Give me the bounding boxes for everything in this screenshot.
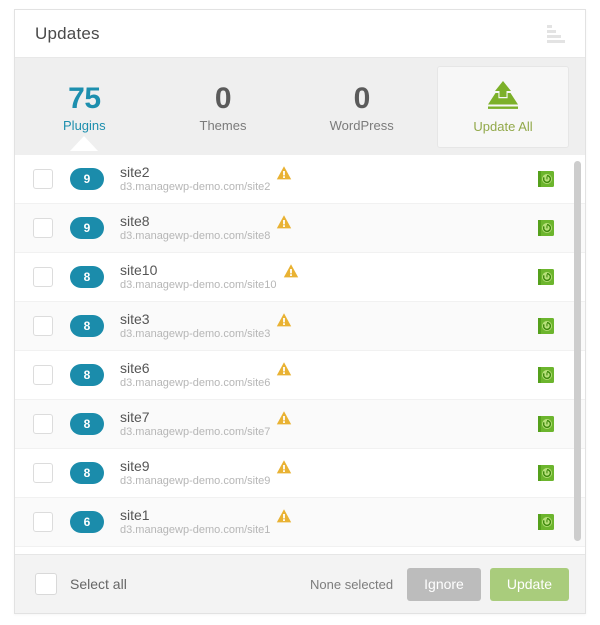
active-tab-pointer [70,135,99,151]
backup-history-icon[interactable] [537,464,555,482]
wordpress-label: WordPress [329,117,394,133]
row-checkbox[interactable] [33,463,53,483]
update-count-badge[interactable]: 9 [70,217,104,239]
status-badge: None selected [310,576,394,592]
update-count-badge[interactable]: 8 [70,266,104,288]
update-all-button[interactable]: Update All [437,65,570,148]
update-count-badge[interactable]: 6 [70,511,104,533]
row-checkbox[interactable] [33,365,53,385]
updates-list: 9 site2 d3.managewp-demo.com/site2 9 site8 d3… [15,155,585,554]
site-name: site9 [120,458,150,474]
site-name: site10 [120,262,158,278]
site-url: d3.managewp-demo.com/site2 [120,181,271,193]
warning-triangle-icon[interactable] [276,508,292,524]
site-info[interactable]: site7 d3.managewp-demo.com/site7 [120,410,270,438]
bar-list-icon-bar-1 [547,24,552,28]
list-scrollbar[interactable] [574,161,581,541]
warning-triangle-icon[interactable] [276,165,292,181]
tab-themes[interactable]: 0 Themes [154,78,293,136]
update-all-label: Update All [473,118,533,134]
site-url: d3.managewp-demo.com/site6 [120,377,271,389]
row-checkbox[interactable] [33,512,53,532]
table-row[interactable]: 8 site9 d3.managewp-demo.com/site9 [15,449,585,498]
update-count-badge[interactable]: 8 [70,315,104,337]
themes-count: 0 [214,81,232,115]
row-checkbox[interactable] [33,267,53,287]
backup-history-icon[interactable] [537,513,555,531]
site-name: site3 [120,311,150,327]
backup-history-icon[interactable] [537,268,555,286]
site-name: site7 [120,409,150,425]
table-row[interactable]: 8 site3 d3.managewp-demo.com/site3 [15,302,585,351]
table-row[interactable]: 6 site1 d3.managewp-demo.com/site1 [15,498,585,547]
site-info[interactable]: site2 d3.managewp-demo.com/site2 [120,165,270,193]
bar-list-icon-bar-2 [547,29,556,33]
table-row[interactable]: 8 site10 d3.managewp-demo.com/site10 [15,253,585,302]
update-count-badge[interactable]: 8 [70,364,104,386]
backup-history-icon[interactable] [537,415,555,433]
warning-triangle-icon[interactable] [276,312,292,328]
row-checkbox[interactable] [33,218,53,238]
themes-label: Themes [199,117,247,133]
summary-tabs: 75 Plugins 0 Themes 0 WordPress Update A… [15,58,585,155]
warning-triangle-icon[interactable] [276,361,292,377]
select-all-checkbox[interactable] [35,573,57,595]
wordpress-count: 0 [353,81,371,115]
upload-icon [488,80,519,109]
site-name: site1 [120,507,150,523]
update-count-badge[interactable]: 8 [70,462,104,484]
table-row[interactable]: 8 site6 d3.managewp-demo.com/site6 [15,351,585,400]
tab-wordpress[interactable]: 0 WordPress [292,78,431,136]
table-row[interactable]: 9 site8 d3.managewp-demo.com/site8 [15,204,585,253]
site-name: site6 [120,360,150,376]
site-url: d3.managewp-demo.com/site8 [120,230,271,242]
site-info[interactable]: site10 d3.managewp-demo.com/site10 [120,263,277,291]
site-info[interactable]: site1 d3.managewp-demo.com/site1 [120,508,270,536]
ignore-button[interactable]: Ignore [407,567,481,601]
site-name: site8 [120,213,150,229]
table-row[interactable]: 8 site7 d3.managewp-demo.com/site7 [15,400,585,449]
site-info[interactable]: site3 d3.managewp-demo.com/site3 [120,312,270,340]
row-checkbox[interactable] [33,316,53,336]
select-all-label[interactable]: Select all [70,576,127,592]
site-url: d3.managewp-demo.com/site9 [120,475,271,487]
warning-triangle-icon[interactable] [276,214,292,230]
table-row[interactable]: 9 site2 d3.managewp-demo.com/site2 [15,155,585,204]
site-url: d3.managewp-demo.com/site3 [120,328,271,340]
warning-triangle-icon[interactable] [276,410,292,426]
row-checkbox[interactable] [33,414,53,434]
site-info[interactable]: site6 d3.managewp-demo.com/site6 [120,361,270,389]
footer-bar: Select all None selected Ignore Update [15,555,585,613]
backup-history-icon[interactable] [537,317,555,335]
backup-history-icon[interactable] [537,219,555,237]
plugins-label: Plugins [63,117,106,133]
warning-triangle-icon[interactable] [276,459,292,475]
bar-list-icon-bar-4 [547,39,565,43]
site-url: d3.managewp-demo.com/site1 [120,524,271,536]
updates-widget: Updates 75 Plugins 0 Themes 0 WordPress [14,9,586,614]
plugins-count: 75 [68,81,101,115]
site-info[interactable]: site8 d3.managewp-demo.com/site8 [120,214,270,242]
widget-header: Updates [15,10,585,58]
site-info[interactable]: site9 d3.managewp-demo.com/site9 [120,459,270,487]
site-name: site2 [120,164,150,180]
update-count-badge[interactable]: 8 [70,413,104,435]
update-button[interactable]: Update [489,567,569,601]
updates-list-container: 9 site2 d3.managewp-demo.com/site2 9 site8 d3… [15,155,585,555]
site-url: d3.managewp-demo.com/site10 [120,279,277,291]
row-checkbox[interactable] [33,169,53,189]
bar-list-icon[interactable] [547,24,567,44]
site-url: d3.managewp-demo.com/site7 [120,426,271,438]
page-title: Updates [35,23,100,43]
tab-plugins[interactable]: 75 Plugins [15,78,154,151]
bar-list-icon-bar-3 [547,34,561,38]
update-count-badge[interactable]: 9 [70,168,104,190]
backup-history-icon[interactable] [537,170,555,188]
warning-triangle-icon[interactable] [283,263,299,279]
backup-history-icon[interactable] [537,366,555,384]
